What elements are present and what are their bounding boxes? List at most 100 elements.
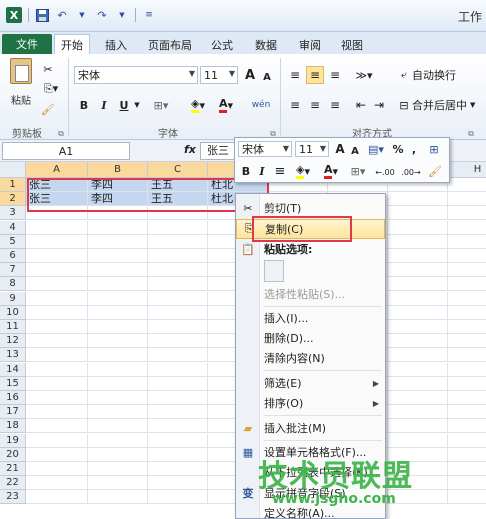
cell[interactable] bbox=[388, 320, 448, 334]
paste-button[interactable]: 粘贴 bbox=[6, 58, 36, 118]
cell[interactable] bbox=[448, 334, 486, 349]
align-top-icon[interactable]: ≡ bbox=[286, 66, 304, 84]
cell[interactable] bbox=[26, 291, 88, 306]
cell[interactable] bbox=[148, 391, 208, 405]
cell[interactable] bbox=[148, 362, 208, 377]
cell[interactable] bbox=[448, 377, 486, 391]
cell[interactable] bbox=[388, 391, 448, 405]
cell[interactable] bbox=[148, 348, 208, 363]
cell[interactable] bbox=[26, 490, 88, 505]
cell[interactable] bbox=[88, 376, 148, 391]
paste-icon[interactable] bbox=[264, 260, 284, 282]
cell[interactable] bbox=[148, 277, 208, 292]
cell[interactable] bbox=[148, 490, 208, 505]
cell[interactable] bbox=[388, 433, 448, 448]
cell[interactable] bbox=[26, 405, 88, 420]
cell[interactable] bbox=[448, 292, 486, 306]
decrease-indent-icon[interactable]: ⇤ bbox=[352, 96, 370, 114]
cell[interactable] bbox=[88, 405, 148, 420]
mini-align-button[interactable]: ≡ bbox=[273, 162, 287, 180]
cell[interactable] bbox=[26, 391, 88, 405]
cell[interactable] bbox=[88, 320, 148, 334]
cell[interactable] bbox=[148, 405, 208, 420]
cell[interactable] bbox=[388, 305, 448, 320]
cell[interactable] bbox=[448, 221, 486, 235]
cell[interactable] bbox=[148, 305, 208, 320]
align-left-icon[interactable]: ≡ bbox=[286, 96, 304, 114]
cell[interactable] bbox=[26, 234, 88, 249]
menu-item-clear[interactable]: 清除内容(N) bbox=[236, 348, 385, 368]
cell[interactable] bbox=[88, 249, 148, 263]
cell[interactable] bbox=[388, 206, 448, 221]
cell[interactable] bbox=[388, 234, 448, 249]
tab-page-layout[interactable]: 页面布局 bbox=[142, 36, 198, 54]
name-box[interactable]: A1 bbox=[2, 142, 130, 160]
cell[interactable] bbox=[88, 277, 148, 292]
cell[interactable] bbox=[148, 234, 208, 249]
cell[interactable] bbox=[448, 419, 486, 434]
customize-qa-icon[interactable]: ≡ bbox=[142, 8, 156, 22]
cell[interactable] bbox=[448, 462, 486, 476]
cell[interactable] bbox=[88, 263, 148, 278]
cell[interactable] bbox=[26, 263, 88, 278]
mini-italic-button[interactable]: I bbox=[255, 162, 269, 180]
wrap-text-icon[interactable]: ⤶ bbox=[396, 66, 412, 84]
menu-item-paste-special[interactable]: 选择性粘贴(S)... bbox=[236, 284, 385, 304]
cell[interactable] bbox=[88, 234, 148, 249]
tab-view[interactable]: 视图 bbox=[334, 36, 370, 54]
row-header[interactable]: 5 bbox=[0, 234, 26, 249]
merge-icon[interactable]: ⊟ bbox=[396, 96, 412, 114]
mini-font-color-button[interactable]: A ▾ bbox=[319, 162, 343, 180]
cell[interactable] bbox=[448, 320, 486, 334]
cell[interactable] bbox=[26, 305, 88, 320]
cell[interactable] bbox=[388, 376, 448, 391]
cell[interactable] bbox=[448, 277, 486, 292]
phonetic-guide-button[interactable]: wén bbox=[248, 96, 274, 114]
undo-icon[interactable]: ↶ bbox=[55, 8, 69, 22]
tab-formulas[interactable]: 公式 bbox=[204, 36, 240, 54]
font-size-combo[interactable]: 11 ▼ bbox=[200, 66, 238, 84]
cell[interactable] bbox=[448, 348, 486, 363]
cell[interactable] bbox=[88, 490, 148, 505]
row-header[interactable]: 20 bbox=[0, 447, 26, 462]
merge-center-button[interactable]: 合并后居中 ▼ bbox=[412, 96, 476, 114]
row-header[interactable]: 15 bbox=[0, 376, 26, 391]
tab-insert[interactable]: 插入 bbox=[98, 36, 134, 54]
row-header[interactable]: 14 bbox=[0, 362, 26, 377]
row-header[interactable]: 17 bbox=[0, 405, 26, 420]
cell[interactable] bbox=[388, 419, 448, 434]
row-header[interactable]: 22 bbox=[0, 476, 26, 491]
cell[interactable] bbox=[26, 249, 88, 263]
cell[interactable] bbox=[448, 363, 486, 377]
cell[interactable] bbox=[148, 419, 208, 434]
cell[interactable] bbox=[88, 476, 148, 491]
cell[interactable] bbox=[148, 476, 208, 491]
tab-review[interactable]: 审阅 bbox=[292, 36, 328, 54]
cell[interactable] bbox=[148, 433, 208, 448]
cell[interactable] bbox=[148, 320, 208, 334]
cell[interactable] bbox=[148, 249, 208, 263]
cell[interactable] bbox=[88, 433, 148, 448]
cell[interactable] bbox=[88, 291, 148, 306]
cell[interactable] bbox=[148, 291, 208, 306]
column-header-b[interactable]: B bbox=[88, 162, 148, 178]
menu-item-insert[interactable]: 插入(I)... bbox=[236, 308, 385, 328]
cell[interactable] bbox=[26, 447, 88, 462]
cell[interactable] bbox=[26, 376, 88, 391]
fill-color-button[interactable]: ◈ ▾ bbox=[186, 96, 210, 114]
cell[interactable] bbox=[388, 220, 448, 235]
undo-dropdown-icon[interactable]: ▼ bbox=[75, 8, 89, 22]
chevron-down-icon[interactable]: ▼ bbox=[132, 96, 142, 114]
mini-increase-decimal-button[interactable]: ← .00 bbox=[373, 163, 397, 181]
row-header[interactable]: 2 bbox=[0, 192, 26, 207]
cell[interactable] bbox=[88, 447, 148, 462]
align-bottom-icon[interactable]: ≡ bbox=[326, 66, 344, 84]
cell[interactable] bbox=[148, 447, 208, 462]
wrap-text-button[interactable]: 自动换行 bbox=[412, 66, 468, 84]
cell[interactable] bbox=[26, 334, 88, 349]
mini-comma-button[interactable]: , bbox=[407, 140, 421, 158]
italic-button[interactable]: I bbox=[96, 96, 112, 114]
cell[interactable] bbox=[88, 334, 148, 349]
copy-icon[interactable]: ⎘▾ bbox=[40, 80, 62, 98]
cell[interactable] bbox=[26, 348, 88, 363]
